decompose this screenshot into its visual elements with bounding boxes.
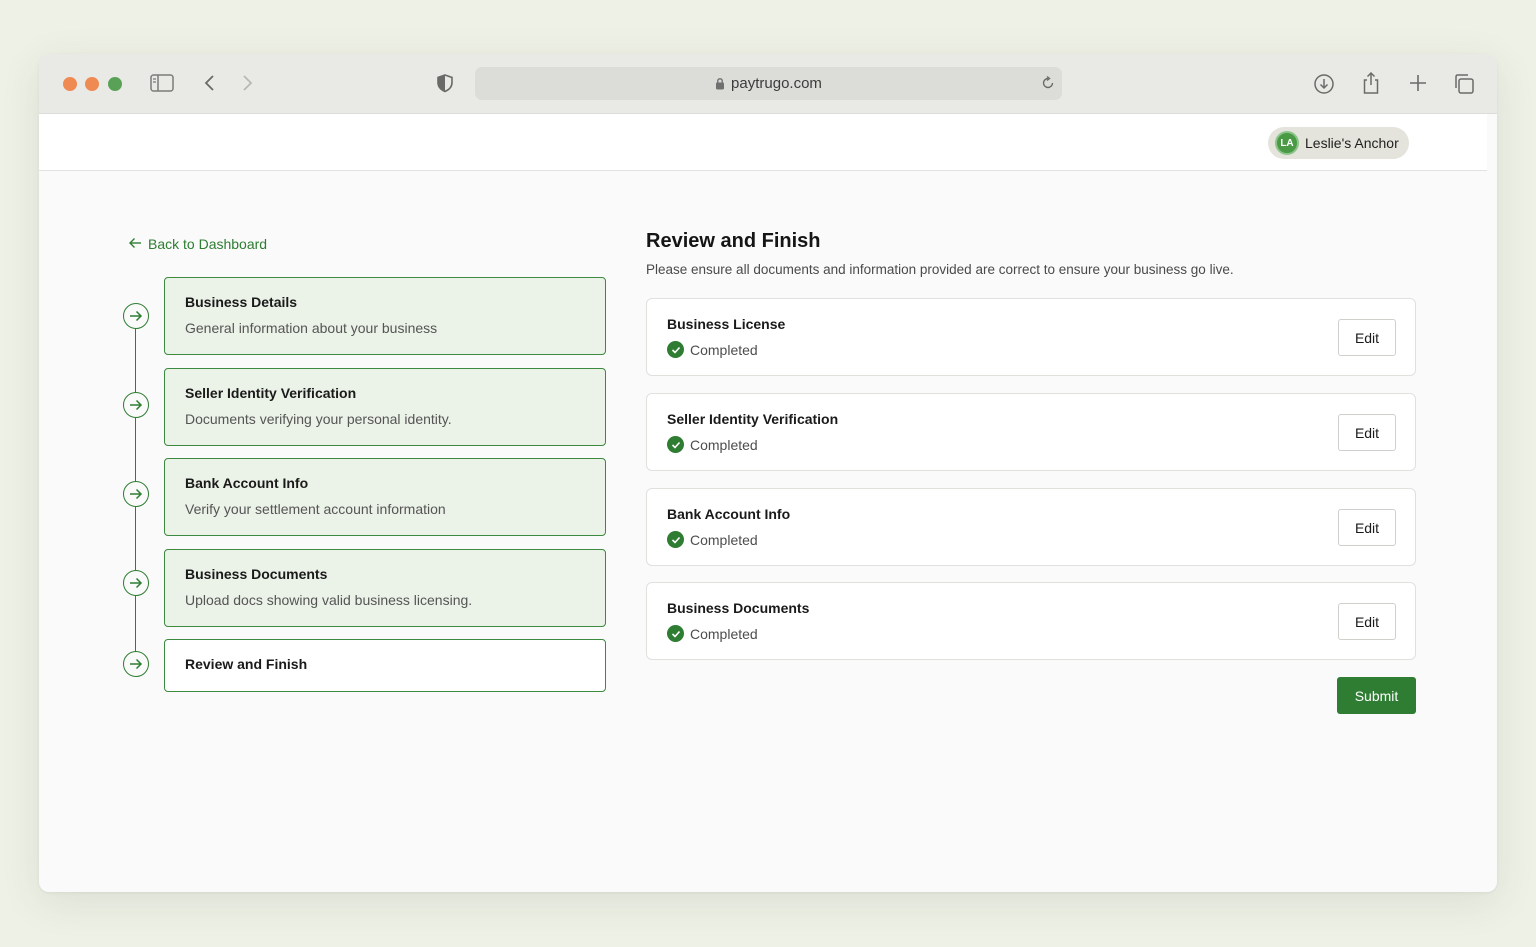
status-text: Completed <box>690 531 758 548</box>
app-header: LA Leslie's Anchor <box>39 114 1487 171</box>
shield-icon[interactable] <box>436 73 454 93</box>
user-menu[interactable]: LA Leslie's Anchor <box>1268 127 1409 159</box>
edit-button[interactable]: Edit <box>1338 603 1396 640</box>
step-description: Verify your settlement account informati… <box>185 501 446 517</box>
user-name: Leslie's Anchor <box>1305 135 1399 151</box>
back-link-label: Back to Dashboard <box>148 236 268 252</box>
step-description: General information about your business <box>185 320 438 336</box>
avatar: LA <box>1275 131 1299 155</box>
browser-toolbar: paytrugo.com <box>39 54 1497 114</box>
step-title: Review and Finish <box>185 656 308 672</box>
arrow-right-circle-icon <box>123 303 149 329</box>
edit-button[interactable]: Edit <box>1338 509 1396 546</box>
status-text: Completed <box>690 625 758 642</box>
review-item-title: Seller Identity Verification <box>667 411 839 427</box>
page-title: Review and Finish <box>646 230 821 252</box>
step-title: Business Documents <box>185 566 328 582</box>
step-seller-identity[interactable]: Seller Identity Verification Documents v… <box>164 368 606 446</box>
step-title: Bank Account Info <box>185 475 309 491</box>
review-item-business-license: Business License Completed Edit <box>646 298 1416 376</box>
download-icon[interactable] <box>1313 73 1335 95</box>
sidebar-icon[interactable] <box>150 73 174 93</box>
review-item-title: Business License <box>667 316 786 332</box>
review-item-business-documents: Business Documents Completed Edit <box>646 582 1416 660</box>
page-subtitle: Please ensure all documents and informat… <box>646 262 1234 277</box>
status-completed: Completed <box>667 531 758 548</box>
url-text: paytrugo.com <box>731 75 822 92</box>
minimize-dot[interactable] <box>85 77 99 91</box>
step-bank-account[interactable]: Bank Account Info Verify your settlement… <box>164 458 606 536</box>
back-icon[interactable] <box>203 73 217 93</box>
forward-icon[interactable] <box>240 73 254 93</box>
review-item-bank-account: Bank Account Info Completed Edit <box>646 488 1416 566</box>
step-business-documents[interactable]: Business Documents Upload docs showing v… <box>164 549 606 627</box>
reload-icon[interactable] <box>1040 75 1056 95</box>
arrow-left-icon <box>128 236 142 252</box>
step-description: Upload docs showing valid business licen… <box>185 592 473 608</box>
step-title: Seller Identity Verification <box>185 385 357 401</box>
share-icon[interactable] <box>1361 71 1381 95</box>
review-item-title: Bank Account Info <box>667 506 791 522</box>
close-dot[interactable] <box>63 77 77 91</box>
back-to-dashboard-link[interactable]: Back to Dashboard <box>128 236 267 252</box>
check-circle-icon <box>667 531 684 548</box>
edit-button[interactable]: Edit <box>1338 319 1396 356</box>
edit-button[interactable]: Edit <box>1338 414 1396 451</box>
zoom-dot[interactable] <box>108 77 122 91</box>
new-tab-icon[interactable] <box>1408 73 1428 93</box>
arrow-right-circle-icon <box>123 651 149 677</box>
check-circle-icon <box>667 436 684 453</box>
check-circle-icon <box>667 341 684 358</box>
arrow-right-circle-icon <box>123 570 149 596</box>
step-business-details[interactable]: Business Details General information abo… <box>164 277 606 355</box>
status-completed: Completed <box>667 436 758 453</box>
review-item-title: Business Documents <box>667 600 810 616</box>
status-completed: Completed <box>667 341 758 358</box>
tabs-icon[interactable] <box>1453 73 1475 95</box>
status-text: Completed <box>690 436 758 453</box>
step-description: Documents verifying your personal identi… <box>185 411 452 427</box>
status-text: Completed <box>690 341 758 358</box>
lock-icon <box>715 77 725 90</box>
address-bar[interactable]: paytrugo.com <box>475 67 1062 100</box>
submit-button[interactable]: Submit <box>1337 677 1416 714</box>
review-item-seller-identity: Seller Identity Verification Completed E… <box>646 393 1416 471</box>
step-title: Business Details <box>185 294 298 310</box>
status-completed: Completed <box>667 625 758 642</box>
check-circle-icon <box>667 625 684 642</box>
arrow-right-circle-icon <box>123 392 149 418</box>
arrow-right-circle-icon <box>123 481 149 507</box>
browser-window: paytrugo.com LA Leslie's Anchor Back to <box>39 54 1497 892</box>
step-review-and-finish[interactable]: Review and Finish <box>164 639 606 692</box>
